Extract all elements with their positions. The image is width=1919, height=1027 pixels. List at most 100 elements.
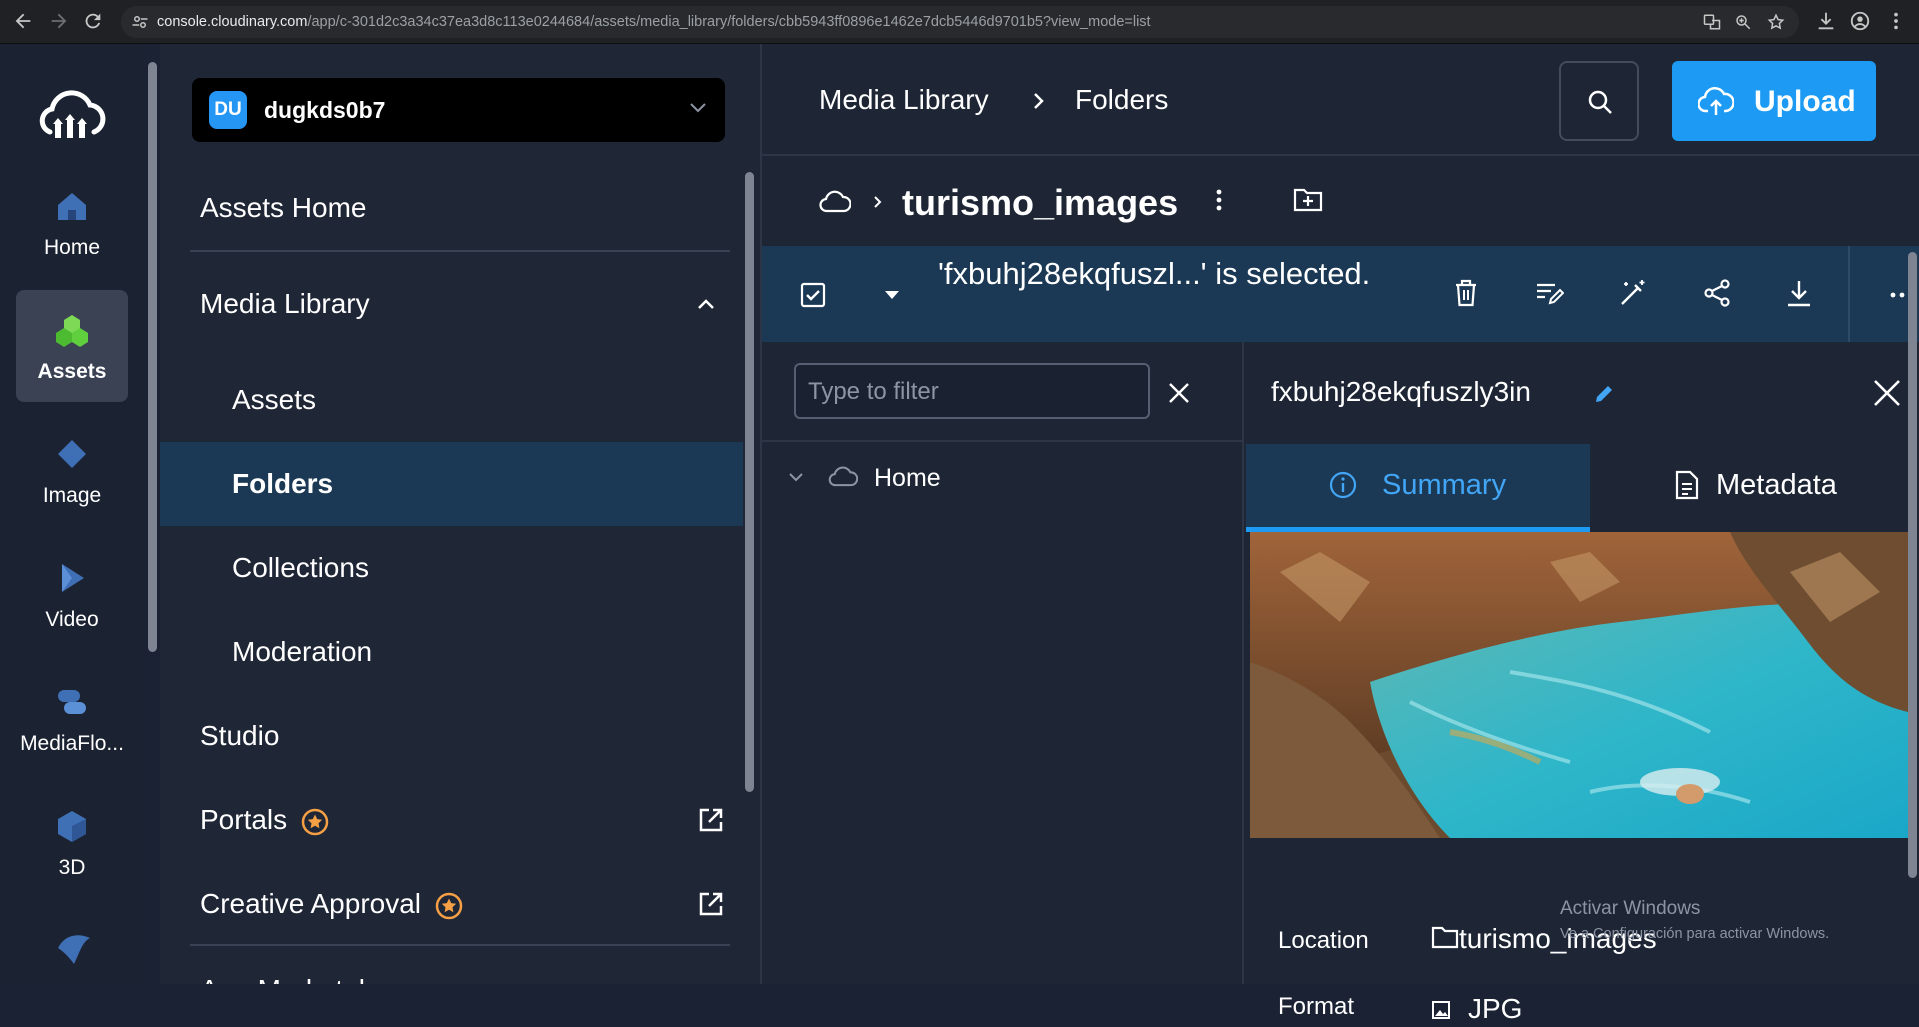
rail-home-label: Home <box>43 236 101 259</box>
folder-title: turismo_images <box>902 182 1179 223</box>
nav-studio[interactable]: Studio <box>160 694 743 778</box>
profile-icon[interactable] <box>1849 10 1871 32</box>
workspace-avatar: DU <box>209 91 247 129</box>
nav-folders[interactable]: Folders <box>160 442 743 526</box>
reload-icon[interactable] <box>82 10 104 32</box>
edit-pencil-icon[interactable] <box>1593 383 1615 405</box>
tab-metadata[interactable]: Metadata <box>1590 444 1919 532</box>
chevron-up-icon[interactable] <box>697 298 715 310</box>
chevron-right-icon <box>1032 92 1046 110</box>
nav-media-library-label: Media Library <box>200 288 370 319</box>
edit-metadata-icon[interactable] <box>1534 278 1564 308</box>
chevron-right-icon <box>873 195 883 209</box>
document-icon <box>1674 470 1700 500</box>
clear-filter-icon[interactable] <box>1168 382 1190 404</box>
rail-mediaflows[interactable]: MediaFlo... <box>16 662 128 774</box>
premium-star-icon <box>301 808 329 836</box>
rail-video[interactable]: Video <box>16 538 128 650</box>
cloud-upload-icon <box>1698 85 1734 117</box>
url-text: console.cloudinary.com/app/c-301d2c3a34c… <box>157 14 1151 30</box>
upload-button[interactable]: Upload <box>1672 61 1876 141</box>
back-icon[interactable] <box>12 10 34 32</box>
bookmark-star-icon[interactable] <box>1767 13 1785 31</box>
download-icon[interactable] <box>1785 278 1813 308</box>
address-bar[interactable]: console.cloudinary.com/app/c-301d2c3a34c… <box>121 6 1799 38</box>
new-folder-icon[interactable] <box>1293 186 1323 212</box>
product-rail: Home Assets Image Video MediaFlo... 3D <box>0 44 145 984</box>
search-button[interactable] <box>1559 61 1639 141</box>
workspace-switcher[interactable]: DU dugkds0b7 <box>192 78 725 142</box>
tab-summary[interactable]: Summary <box>1246 444 1590 532</box>
nav-portals[interactable]: Portals <box>160 778 743 862</box>
assets-icon <box>54 312 90 348</box>
nav-assets-home[interactable]: Assets Home <box>160 166 743 250</box>
main-panel: Media Library Folders Upload turismo_ima… <box>760 44 1919 1024</box>
folder-tree-panel: Home <box>762 342 1244 984</box>
rail-3d[interactable]: 3D <box>16 786 128 898</box>
menu-kebab-icon[interactable] <box>1885 10 1907 32</box>
format-label: Format <box>1278 993 1355 1020</box>
video-icon <box>54 560 90 596</box>
delete-icon[interactable] <box>1452 278 1480 308</box>
rail-image-label: Image <box>42 484 102 507</box>
breadcrumb-folders[interactable]: Folders <box>1075 84 1168 116</box>
asset-details-panel: fxbuhj28ekqfuszly3in Summary Metadata Lo… <box>1246 342 1919 1024</box>
selection-status: 'fxbuhj28ekqfuszl...' is selected. <box>938 256 1371 291</box>
breadcrumb-media-library[interactable]: Media Library <box>819 84 989 116</box>
home-icon <box>54 188 90 224</box>
browser-toolbar: console.cloudinary.com/app/c-301d2c3a34c… <box>0 0 1919 44</box>
nav-moderation[interactable]: Moderation <box>160 610 743 694</box>
filter-input[interactable] <box>808 375 1128 409</box>
workspace-name: dugkds0b7 <box>264 97 386 123</box>
downloads-icon[interactable] <box>1815 10 1837 32</box>
nav-media-library[interactable]: Media Library <box>160 262 743 346</box>
external-link-icon[interactable] <box>697 890 725 918</box>
nav-creative-approval-label: Creative Approval <box>200 888 422 919</box>
zoom-icon[interactable] <box>1734 13 1752 31</box>
site-settings-icon[interactable] <box>131 13 149 31</box>
asset-preview-image[interactable] <box>1250 532 1908 838</box>
caret-down-icon[interactable] <box>884 290 900 300</box>
external-link-icon[interactable] <box>697 806 725 834</box>
search-icon <box>1587 89 1613 115</box>
info-icon <box>1328 470 1358 500</box>
nav-creative-approval[interactable]: Creative Approval <box>160 862 743 946</box>
detail-tabs: Summary Metadata <box>1246 444 1919 532</box>
location-label: Location <box>1278 927 1369 954</box>
nav-divider <box>190 944 730 946</box>
tree-filter[interactable] <box>794 363 1150 419</box>
chevron-down-icon[interactable] <box>788 472 804 482</box>
rail-assets[interactable]: Assets <box>16 290 128 402</box>
folder-icon <box>1431 925 1459 949</box>
nav-divider <box>190 250 730 252</box>
translate-icon[interactable] <box>1703 13 1721 31</box>
cube-icon <box>54 808 90 844</box>
magic-wand-icon[interactable] <box>1618 278 1648 308</box>
rail-scrollbar[interactable] <box>148 62 157 652</box>
mediaflows-icon <box>54 684 90 720</box>
close-icon[interactable] <box>1872 378 1902 408</box>
tab-summary-label: Summary <box>1382 469 1507 501</box>
premium-star-icon <box>435 892 463 920</box>
chevron-down-icon <box>689 102 707 114</box>
tree-node-home[interactable]: Home <box>762 452 1242 502</box>
nav-portals-label: Portals <box>200 804 288 835</box>
share-icon[interactable] <box>1702 278 1732 308</box>
rail-next-icon[interactable] <box>54 928 94 968</box>
rail-image[interactable]: Image <box>16 414 128 526</box>
more-vertical-icon[interactable] <box>1215 188 1223 212</box>
image-file-icon <box>1431 1000 1451 1020</box>
rail-home[interactable]: Home <box>16 166 128 278</box>
nav-collections[interactable]: Collections <box>160 526 743 610</box>
rail-assets-label: Assets <box>37 360 107 383</box>
rail-3d-label: 3D <box>58 856 86 879</box>
nav-app-marketplace[interactable]: App Marketplace <box>160 970 743 984</box>
select-checkbox-icon[interactable] <box>800 282 826 308</box>
nav-assets[interactable]: Assets <box>160 358 743 442</box>
sidebar-scrollbar[interactable] <box>745 172 754 792</box>
main-scrollbar[interactable] <box>1908 252 1917 878</box>
cloud-icon[interactable] <box>819 189 851 213</box>
forward-icon[interactable] <box>48 10 70 32</box>
toolbar-divider <box>1848 246 1850 342</box>
cloudinary-logo-icon[interactable] <box>36 88 108 142</box>
